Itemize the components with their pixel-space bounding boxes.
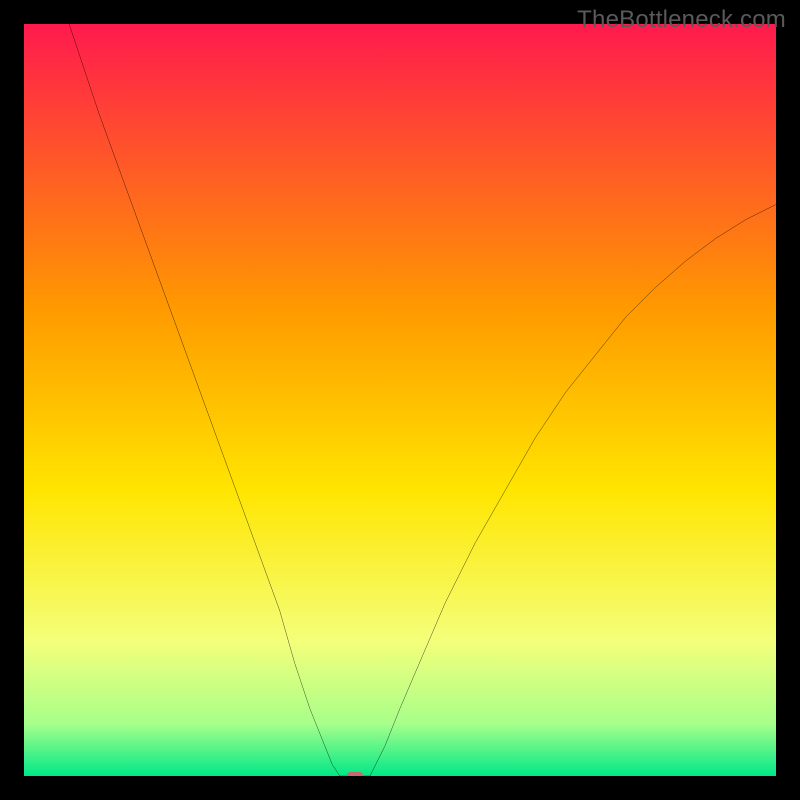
gradient-background	[24, 24, 776, 776]
watermark-text: TheBottleneck.com	[577, 6, 786, 34]
minimum-marker	[347, 772, 364, 776]
chart-frame: TheBottleneck.com	[0, 0, 800, 800]
bottleneck-chart	[24, 24, 776, 776]
